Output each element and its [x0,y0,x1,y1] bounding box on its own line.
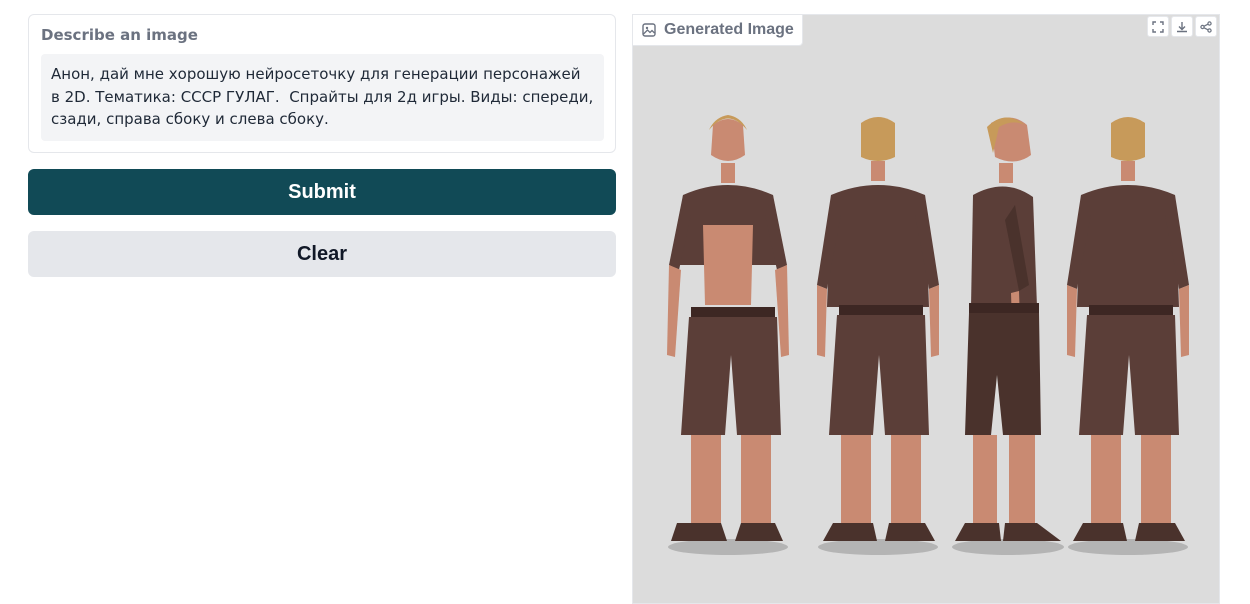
fullscreen-icon [1152,20,1164,33]
clear-button[interactable]: Clear [28,231,616,277]
download-button[interactable] [1171,16,1193,37]
fullscreen-button[interactable] [1147,16,1169,37]
submit-button[interactable]: Submit [28,169,616,215]
generated-image [633,15,1219,603]
share-icon [1200,20,1212,33]
output-image-label: Generated Image [633,15,803,46]
prompt-block: Describe an image Анон, дай мне хорошую … [28,14,616,153]
image-toolbar [1147,16,1217,37]
share-button[interactable] [1195,16,1217,37]
prompt-label: Describe an image [41,26,198,44]
input-column: Describe an image Анон, дай мне хорошую … [28,14,616,277]
output-image-panel: Generated Image [632,14,1220,604]
output-image-label-text: Generated Image [664,21,794,38]
prompt-textarea[interactable]: Анон, дай мне хорошую нейросеточку для г… [41,54,604,141]
image-icon [642,23,656,37]
download-icon [1177,21,1187,32]
